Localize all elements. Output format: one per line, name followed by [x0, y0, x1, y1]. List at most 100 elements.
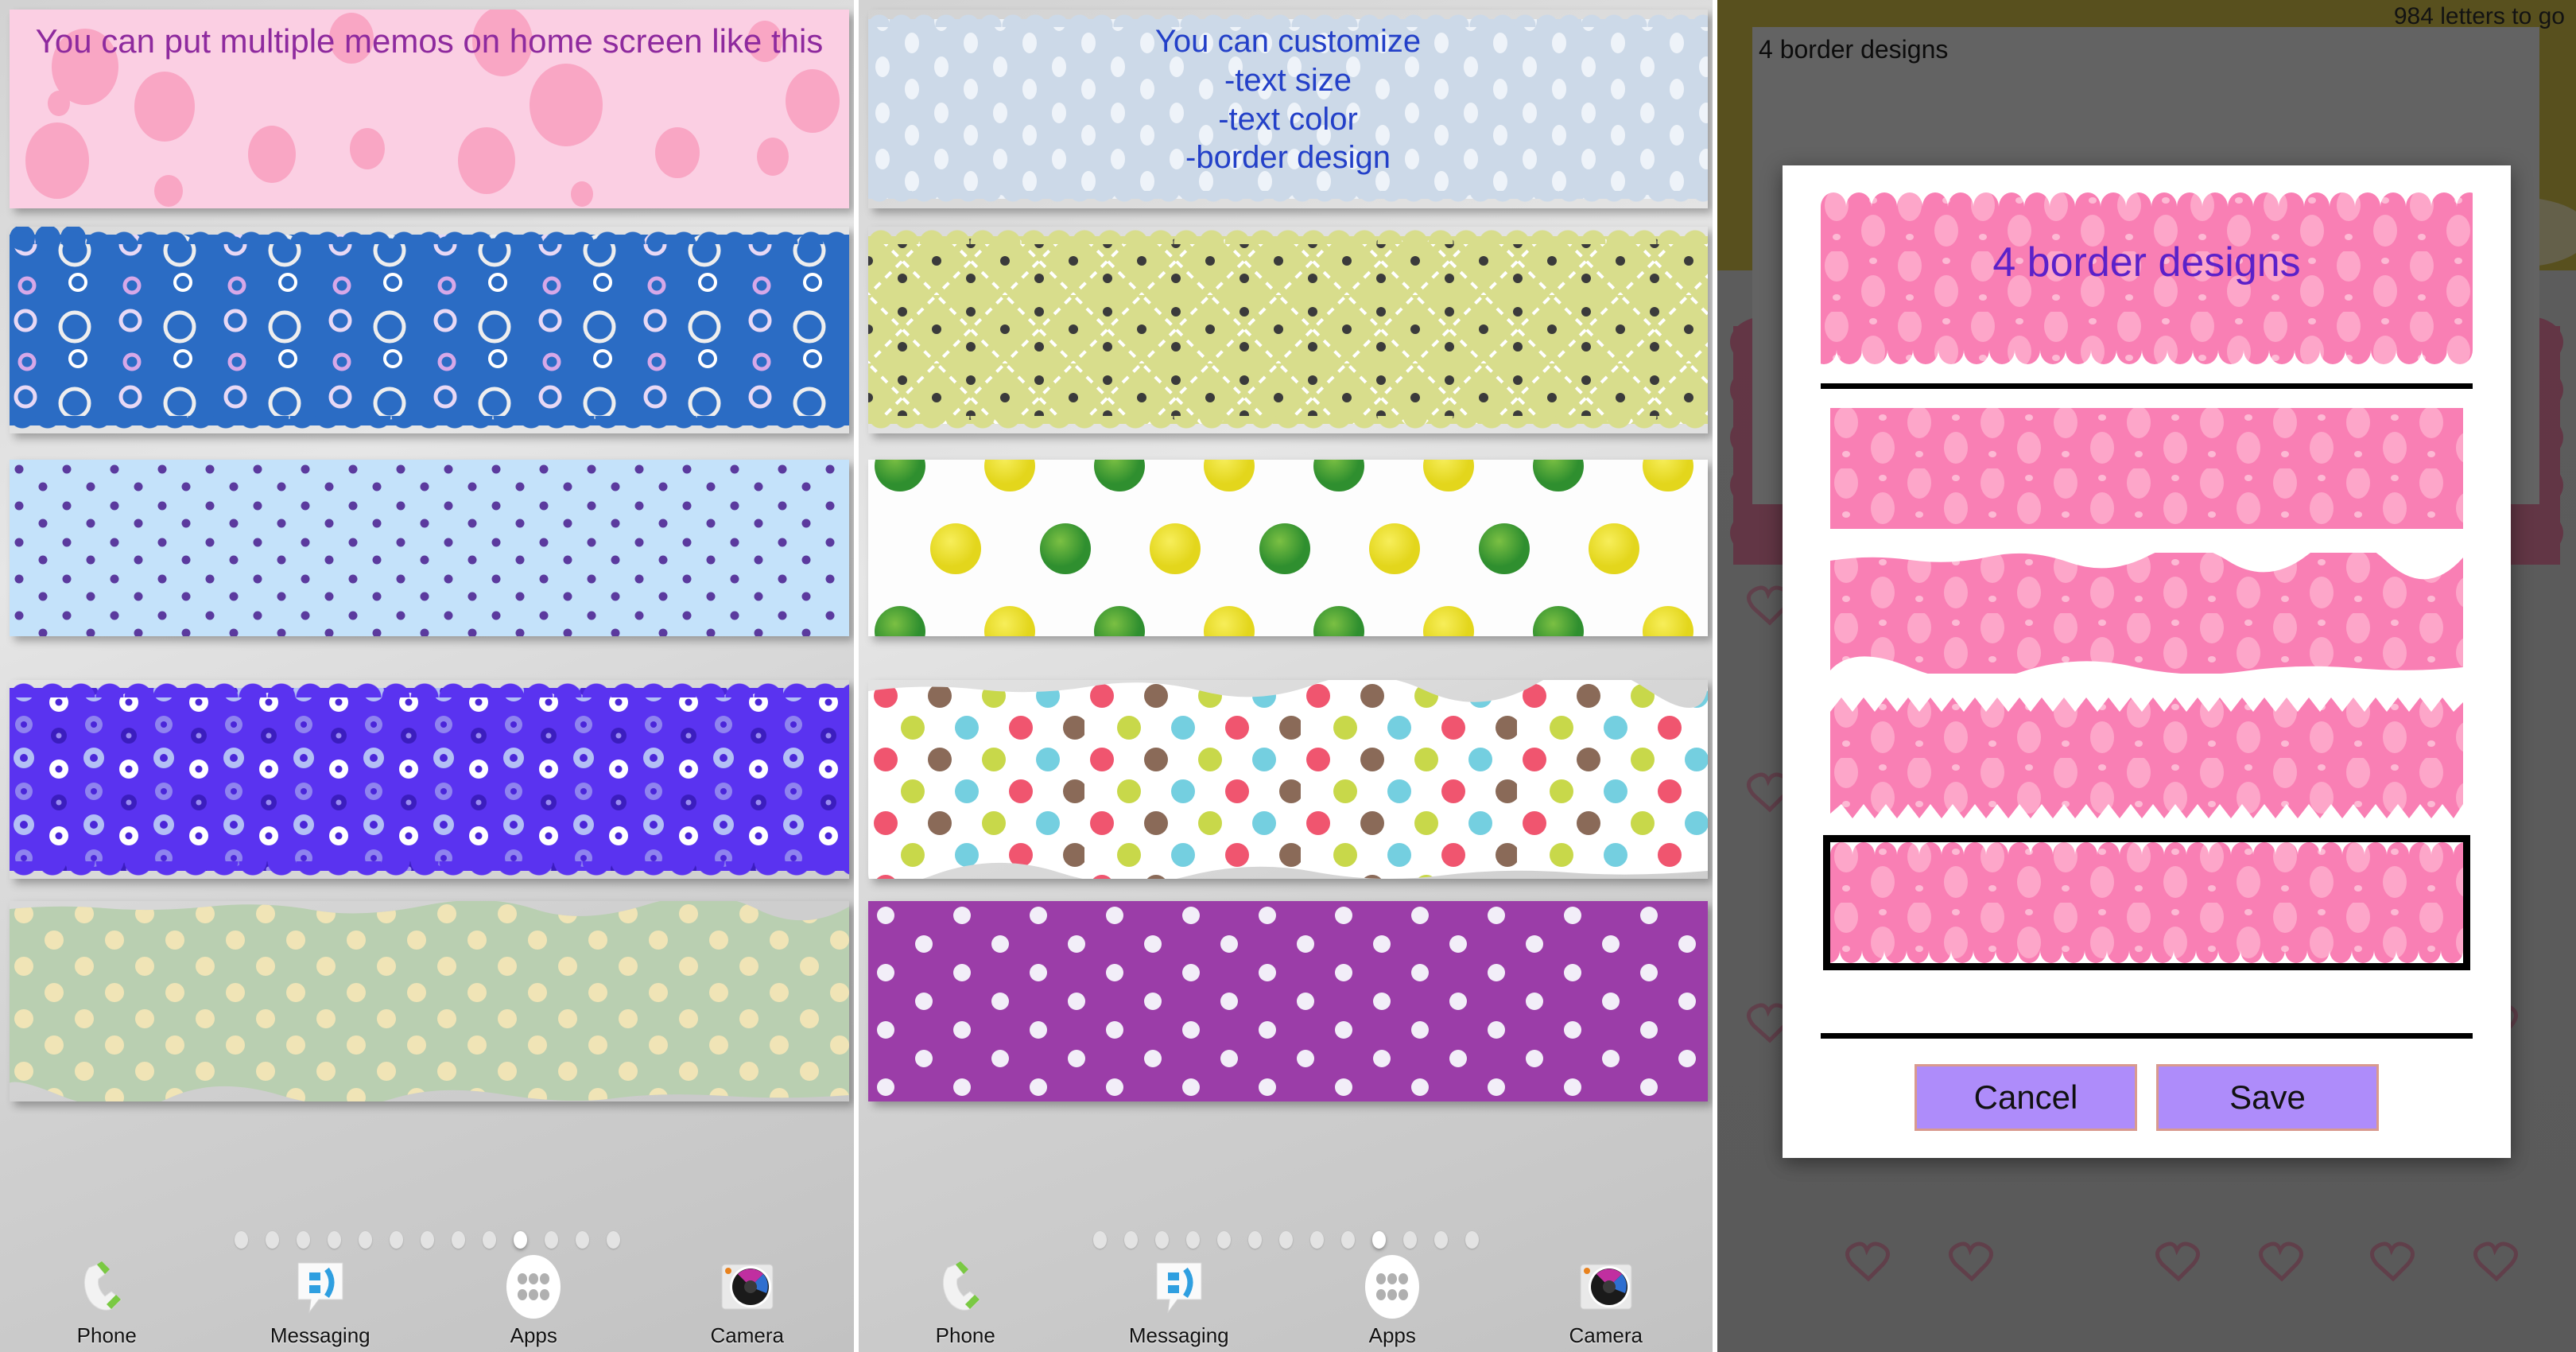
- memo-widget-violet[interactable]: [10, 680, 849, 879]
- dock-label: Camera: [1569, 1323, 1643, 1347]
- page-dot[interactable]: [1371, 1231, 1386, 1249]
- page-dot[interactable]: [482, 1231, 496, 1249]
- scallop-edge-top: [10, 680, 849, 697]
- dock-item-apps[interactable]: Apps: [1286, 1250, 1499, 1352]
- home-screen-panel-middle: You can customize -text size -text color…: [859, 0, 1717, 1352]
- page-dot[interactable]: [1216, 1231, 1231, 1249]
- page-dot[interactable]: [234, 1231, 248, 1249]
- page-dot[interactable]: [389, 1231, 403, 1249]
- apps-grid-icon: [500, 1253, 567, 1320]
- phone-icon: [932, 1253, 999, 1320]
- pattern-white-polka: [868, 901, 1708, 1101]
- memo-widget-lightblue[interactable]: [10, 460, 849, 636]
- three-panel-screenshot: You can put multiple memos on home scree…: [0, 0, 2576, 1352]
- page-dot[interactable]: [1247, 1231, 1262, 1249]
- dock-label: Camera: [710, 1323, 784, 1347]
- page-dot[interactable]: [1092, 1231, 1107, 1249]
- dock-item-apps[interactable]: Apps: [427, 1250, 641, 1352]
- pattern-violet-rings: [10, 688, 849, 871]
- camera-icon: [714, 1253, 781, 1320]
- scallop-edge-top: [868, 227, 1708, 244]
- page-dot[interactable]: [1185, 1231, 1200, 1249]
- pattern-green-yellow-circles: [868, 460, 1708, 636]
- dock-item-camera[interactable]: Camera: [1499, 1250, 1713, 1352]
- border-sample-straight: [1830, 408, 2463, 529]
- camera-icon: [1573, 1253, 1639, 1320]
- pattern-white-rings: [10, 227, 849, 425]
- border-option-list: [1783, 389, 2511, 1019]
- page-dot[interactable]: [1433, 1231, 1448, 1249]
- dock-bar: Phone Messaging Apps Camera: [859, 1250, 1713, 1352]
- page-dot[interactable]: [544, 1231, 558, 1249]
- page-dot[interactable]: [1465, 1231, 1479, 1249]
- border-option-torn[interactable]: [1830, 553, 2463, 674]
- apps-grid-icon: [1359, 1253, 1426, 1320]
- dock-label: Apps: [1368, 1323, 1416, 1347]
- memo-widget-paleblue[interactable]: You can customize -text size -text color…: [868, 10, 1708, 208]
- dock-bar: Phone Messaging Apps Camera: [0, 1250, 854, 1352]
- scallop-edge-bottom: [10, 861, 849, 879]
- memo-widget-rainbowdots[interactable]: [868, 680, 1708, 879]
- page-dot[interactable]: [451, 1231, 465, 1249]
- dock-item-camera[interactable]: Camera: [641, 1250, 855, 1352]
- page-indicator-dots: [0, 1230, 854, 1250]
- page-indicator-dots: [859, 1230, 1713, 1250]
- pattern-tiny-purple-dots: [10, 460, 849, 636]
- memo-widget-sage[interactable]: [10, 901, 849, 1101]
- divider-top: [1821, 383, 2473, 389]
- pattern-cream-dots: [10, 901, 849, 1101]
- pattern-multicolor-dots: [868, 680, 1708, 879]
- dock-item-phone[interactable]: Phone: [0, 1250, 214, 1352]
- page-dot[interactable]: [296, 1231, 310, 1249]
- page-dot[interactable]: [420, 1231, 434, 1249]
- memo-text: You can put multiple memos on home scree…: [35, 22, 824, 60]
- page-dot[interactable]: [1278, 1231, 1293, 1249]
- memo-text: You can customize -text size -text color…: [1154, 24, 1422, 176]
- dock-label: Phone: [935, 1323, 995, 1347]
- scallop-edge-top: [10, 227, 849, 244]
- border-option-scallop[interactable]: [1823, 835, 2470, 970]
- messaging-icon: [1146, 1253, 1212, 1320]
- dock-item-phone[interactable]: Phone: [859, 1250, 1073, 1352]
- pattern-white-dashed-lattice: [868, 236, 1708, 424]
- scallop-edge-bottom: [868, 191, 1708, 208]
- dock-label: Phone: [76, 1323, 137, 1347]
- save-button[interactable]: Save: [2156, 1064, 2379, 1131]
- border-option-zigzag[interactable]: [1830, 697, 2463, 818]
- scallop-edge-bottom: [10, 416, 849, 433]
- dock-label: Messaging: [270, 1323, 370, 1347]
- memo-editor-panel: 984 letters to go 4 border designs 4 bor…: [1717, 0, 2576, 1352]
- border-sample-torn: [1830, 553, 2463, 674]
- dock-item-messaging[interactable]: Messaging: [1073, 1250, 1286, 1352]
- page-dot[interactable]: [575, 1231, 589, 1249]
- dock-label: Messaging: [1128, 1323, 1229, 1347]
- border-preview: 4 border designs: [1821, 191, 2473, 366]
- border-design-dialog: 4 border designs Cancel Save: [1783, 165, 2511, 1158]
- home-screen-panel-left: You can put multiple memos on home scree…: [0, 0, 859, 1352]
- preview-text: 4 border designs: [1992, 239, 2301, 286]
- preview-section: 4 border designs: [1783, 165, 2511, 366]
- dock-item-messaging[interactable]: Messaging: [214, 1250, 428, 1352]
- page-dot[interactable]: [1309, 1231, 1324, 1249]
- memo-widget-pink[interactable]: You can put multiple memos on home scree…: [10, 10, 849, 208]
- messaging-icon: [287, 1253, 354, 1320]
- cancel-button[interactable]: Cancel: [1915, 1064, 2137, 1131]
- memo-widget-olive[interactable]: [868, 227, 1708, 433]
- memo-widget-blue[interactable]: [10, 227, 849, 433]
- page-dot[interactable]: [1402, 1231, 1417, 1249]
- border-sample-zigzag: [1830, 697, 2463, 818]
- phone-icon: [73, 1253, 140, 1320]
- border-option-straight[interactable]: [1830, 408, 2463, 529]
- page-dot[interactable]: [513, 1231, 527, 1249]
- page-dot[interactable]: [1340, 1231, 1355, 1249]
- page-dot[interactable]: [1154, 1231, 1169, 1249]
- dock-label: Apps: [510, 1323, 557, 1347]
- page-dot[interactable]: [606, 1231, 620, 1249]
- memo-widget-greencircles[interactable]: [868, 460, 1708, 636]
- scallop-edge-bottom: [868, 416, 1708, 433]
- page-dot[interactable]: [1123, 1231, 1138, 1249]
- page-dot[interactable]: [327, 1231, 341, 1249]
- memo-widget-purple[interactable]: [868, 901, 1708, 1101]
- page-dot[interactable]: [265, 1231, 279, 1249]
- page-dot[interactable]: [358, 1231, 372, 1249]
